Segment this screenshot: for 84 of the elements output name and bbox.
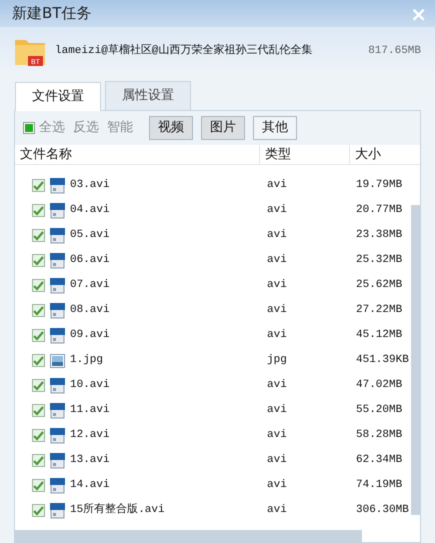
horizontal-scrollbar[interactable] xyxy=(15,530,362,542)
file-checkbox[interactable] xyxy=(32,404,45,417)
file-type: avi xyxy=(266,378,288,394)
video-file-icon xyxy=(50,302,65,318)
file-size: 19.79MB xyxy=(355,178,402,194)
file-name: 05.avi xyxy=(70,228,110,244)
file-checkbox[interactable] xyxy=(32,454,45,467)
file-name: 11.avi xyxy=(70,403,110,418)
file-size: 23.38MB xyxy=(355,228,402,244)
file-type: avi xyxy=(266,428,288,444)
file-name: 14.avi xyxy=(70,478,110,494)
file-name: 10.avi xyxy=(70,378,110,394)
file-name: 12.avi xyxy=(70,428,110,444)
tab[interactable]: 属性设置 xyxy=(105,81,191,110)
file-type: avi xyxy=(266,178,288,194)
column-header[interactable]: 大小 xyxy=(350,145,381,164)
video-file-icon xyxy=(50,452,65,468)
column-header[interactable]: 文件名称 xyxy=(15,145,260,164)
file-type: avi xyxy=(266,303,288,318)
video-file-icon xyxy=(50,202,65,218)
column-header[interactable]: 类型 xyxy=(260,145,350,164)
file-name: 1.jpg xyxy=(70,353,104,368)
file-type: avi xyxy=(266,453,288,468)
file-size: 451.39KB xyxy=(355,353,409,368)
video-file-icon xyxy=(50,328,65,344)
task-size: 817.65MB xyxy=(368,44,421,59)
file-type: avi xyxy=(266,228,288,244)
image-file-icon xyxy=(50,354,65,368)
file-name: 07.avi xyxy=(70,278,110,294)
file-name: 08.avi xyxy=(70,303,110,318)
file-checkbox[interactable] xyxy=(32,179,45,192)
filter-button[interactable]: 图片 xyxy=(201,116,245,140)
task-name: lameizi@草榴社区@山西万荣全家祖孙三代乱伦全集 xyxy=(55,42,314,59)
file-size: 47.02MB xyxy=(355,378,402,394)
file-type: avi xyxy=(266,503,288,518)
file-size: 62.34MB xyxy=(355,453,402,468)
select-all-checkbox[interactable] xyxy=(23,122,35,134)
file-name: 13.avi xyxy=(70,453,110,468)
video-file-icon xyxy=(50,478,65,494)
file-checkbox[interactable] xyxy=(32,204,45,217)
file-size: 306.30MB xyxy=(355,503,409,518)
file-type: avi xyxy=(266,253,288,268)
video-file-icon xyxy=(50,178,65,194)
window-title: 新建BT任务 xyxy=(12,3,92,24)
file-name: 06.avi xyxy=(70,253,110,268)
file-type: jpg xyxy=(266,353,288,368)
vertical-scrollbar[interactable] xyxy=(411,205,420,515)
file-checkbox[interactable] xyxy=(32,329,45,342)
file-checkbox[interactable] xyxy=(32,254,45,267)
filter-button[interactable]: 其他 xyxy=(253,116,297,140)
file-size: 25.32MB xyxy=(355,253,402,268)
file-size: 55.20MB xyxy=(355,403,402,418)
file-type: avi xyxy=(266,328,288,344)
file-checkbox[interactable] xyxy=(32,429,45,442)
file-name: 03.avi xyxy=(70,178,110,194)
file-size: 20.77MB xyxy=(355,203,402,218)
file-size: 25.62MB xyxy=(355,278,402,294)
tab[interactable]: 文件设置 xyxy=(15,82,101,111)
video-file-icon xyxy=(50,378,65,394)
video-file-icon xyxy=(50,428,65,444)
file-checkbox[interactable] xyxy=(32,229,45,242)
file-checkbox[interactable] xyxy=(32,504,45,517)
video-file-icon xyxy=(50,278,65,294)
video-file-icon xyxy=(50,228,65,244)
file-type: avi xyxy=(266,278,288,294)
filter-button[interactable]: 视频 xyxy=(149,116,193,140)
video-file-icon xyxy=(50,252,65,268)
file-type: avi xyxy=(266,478,288,494)
file-size: 58.28MB xyxy=(355,428,402,444)
file-checkbox[interactable] xyxy=(32,279,45,292)
file-checkbox[interactable] xyxy=(32,479,45,492)
file-checkbox[interactable] xyxy=(32,304,45,317)
file-type: avi xyxy=(266,403,288,418)
video-file-icon xyxy=(50,402,65,418)
file-name: 04.avi xyxy=(70,203,110,218)
file-size: 45.12MB xyxy=(355,328,402,344)
file-checkbox[interactable] xyxy=(32,379,45,392)
file-size: 27.22MB xyxy=(355,303,402,318)
file-size: 74.19MB xyxy=(355,478,402,494)
file-checkbox[interactable] xyxy=(32,354,45,367)
file-name: 15所有整合版.avi xyxy=(70,502,165,518)
file-type: avi xyxy=(266,203,288,218)
video-file-icon xyxy=(50,502,65,518)
file-name: 09.avi xyxy=(70,328,110,344)
